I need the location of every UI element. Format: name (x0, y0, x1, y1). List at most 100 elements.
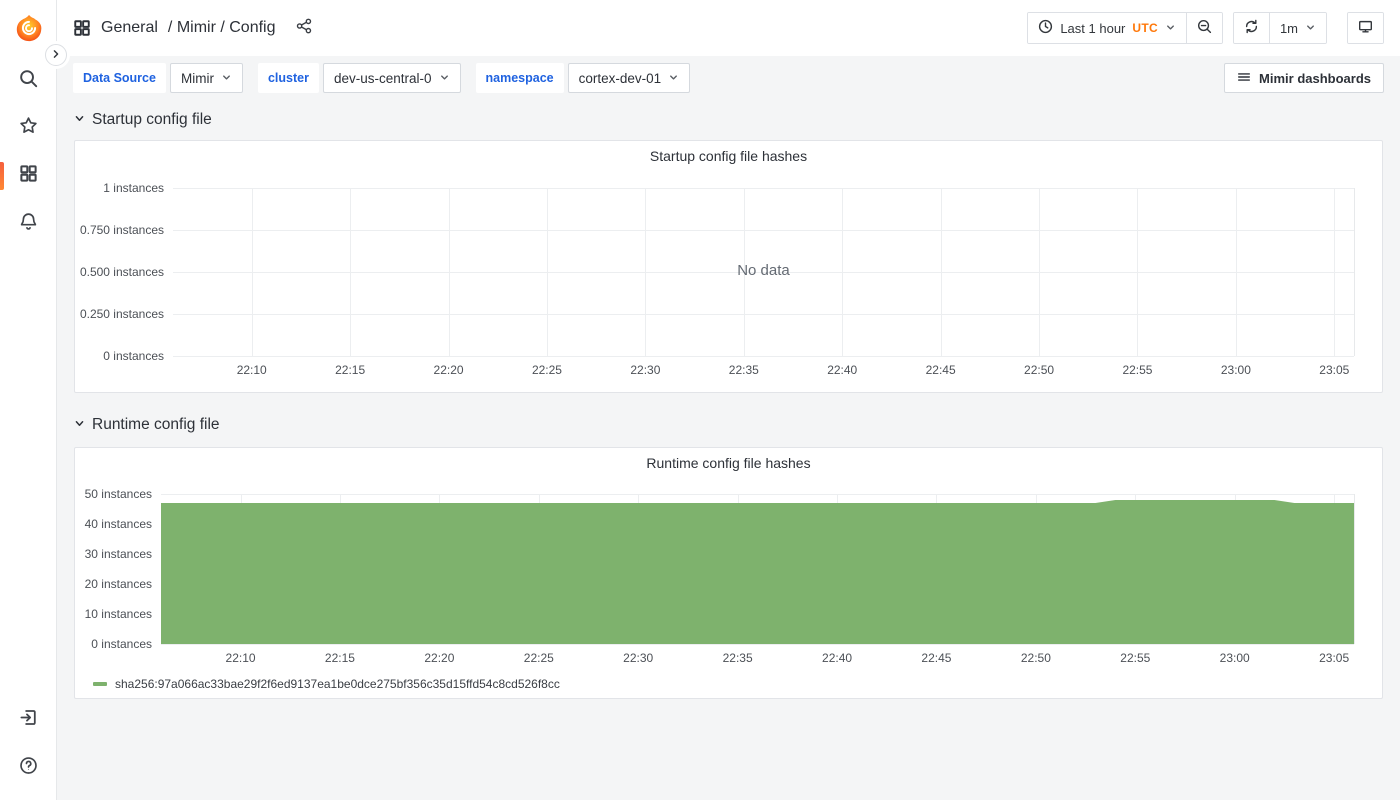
x-tick-label: 22:30 (630, 363, 661, 377)
x-tick-label: 22:55 (1122, 363, 1153, 377)
legend-label: sha256:97a066ac33bae29f2f6ed9137ea1be0dc… (115, 677, 560, 691)
chevron-down-icon (1165, 21, 1176, 36)
refresh-interval-label: 1m (1279, 20, 1298, 36)
time-range-label: Last 1 hour (1060, 20, 1126, 36)
variable-datasource-value: Mimir (180, 70, 214, 86)
area-series (161, 500, 1354, 644)
x-tick-label: 23:00 (1220, 363, 1251, 377)
time-range-picker[interactable]: Last 1 hour UTC (1028, 13, 1186, 43)
x-tick-label: 22:30 (623, 651, 654, 665)
refresh-icon (1244, 19, 1259, 37)
sidebar-item-alerting[interactable] (0, 204, 56, 244)
y-tick-label: 10 instances (84, 607, 152, 621)
chevron-down-icon (439, 71, 450, 86)
grafana-app: General / Mimir / Config Last 1 hour UTC… (0, 0, 1400, 800)
variable-namespace-select[interactable]: cortex-dev-01 (567, 63, 691, 93)
variable-datasource: Data Source Mimir (73, 63, 243, 93)
y-tick-label: 0.250 instances (79, 307, 164, 321)
help-icon (19, 756, 38, 780)
x-tick-label: 22:40 (827, 363, 858, 377)
chevron-down-icon (221, 71, 232, 86)
runtime-config-chart-plot[interactable]: 50 instances 40 instances 30 instances 20 i… (85, 487, 1355, 665)
sidebar-item-starred[interactable] (0, 108, 56, 148)
variable-cluster: cluster dev-us-central-0 (257, 63, 461, 93)
y-tick-label: 0.500 instances (79, 265, 164, 279)
x-tick-label: 22:55 (1120, 651, 1151, 665)
section-title: Runtime config file (92, 416, 220, 433)
sidebar-expand-button[interactable] (45, 44, 67, 66)
sidebar (0, 0, 57, 800)
panel-startup-config-hashes: Startup config file hashes 1 instances 0.… (74, 140, 1383, 393)
bell-icon (19, 212, 38, 236)
y-tick-label: 50 instances (84, 487, 152, 501)
zoom-out-time-button[interactable] (1185, 13, 1222, 43)
panel-title[interactable]: Runtime config file hashes (75, 455, 1382, 471)
main-area: General / Mimir / Config Last 1 hour UTC… (57, 0, 1400, 800)
variable-datasource-select[interactable]: Mimir (169, 63, 243, 93)
dashboard-toolbar: Last 1 hour UTC 1m (1027, 12, 1384, 44)
dashboard-variables-row: Data Source Mimir cluster dev-us-central… (57, 56, 1400, 100)
x-tick-label: 22:15 (335, 363, 366, 377)
x-tick-label: 22:45 (921, 651, 952, 665)
x-tick-label: 22:10 (225, 651, 256, 665)
startup-config-chart-plot[interactable]: 1 instances 0.750 instances 0.500 instance… (80, 181, 1355, 377)
hamburger-icon (1237, 70, 1251, 87)
x-tick-label: 22:35 (722, 651, 753, 665)
chevron-down-icon (668, 71, 679, 86)
legend-item-sha256[interactable]: sha256:97a066ac33bae29f2f6ed9137ea1be0dc… (93, 677, 560, 691)
variable-cluster-label[interactable]: cluster (257, 63, 319, 93)
section-header-runtime-config[interactable]: Runtime config file (74, 403, 1383, 447)
share-icon (296, 18, 312, 39)
refresh-interval-picker[interactable]: 1m (1268, 13, 1326, 43)
mimir-dashboards-button[interactable]: Mimir dashboards (1224, 63, 1384, 93)
kiosk-mode-button[interactable] (1348, 13, 1383, 43)
variable-namespace-value: cortex-dev-01 (578, 70, 662, 86)
y-tick-label: 30 instances (84, 547, 152, 561)
sign-in-icon (19, 708, 38, 732)
y-gridline (173, 356, 1354, 357)
refresh-dashboard-button[interactable] (1233, 13, 1269, 43)
x-tick-label: 22:20 (424, 651, 455, 665)
sidebar-item-sign-in[interactable] (0, 700, 56, 740)
panel-title[interactable]: Startup config file hashes (75, 148, 1382, 164)
breadcrumb: General / Mimir / Config (73, 18, 312, 39)
variable-cluster-select[interactable]: dev-us-central-0 (322, 63, 461, 93)
x-tick-label: 22:10 (236, 363, 267, 377)
zoom-out-icon (1197, 19, 1212, 37)
mimir-dashboards-label: Mimir dashboards (1259, 70, 1371, 86)
y-tick-label: 1 instances (103, 181, 164, 195)
x-tick-label: 22:45 (925, 363, 956, 377)
x-tick-label: 22:35 (728, 363, 759, 377)
section-header-startup-config[interactable]: Startup config file (74, 100, 1383, 140)
star-icon (19, 116, 38, 140)
breadcrumb-dashboard-title[interactable]: / Mimir / Config (168, 19, 276, 37)
legend-swatch (93, 682, 107, 686)
x-tick-label: 23:05 (1319, 363, 1350, 377)
variable-namespace-label[interactable]: namespace (475, 63, 564, 93)
y-tick-label: 0 instances (91, 637, 152, 651)
clock-icon (1038, 19, 1053, 37)
sidebar-item-help[interactable] (0, 748, 56, 788)
x-tick-label: 22:25 (531, 363, 562, 377)
apps-grid-icon (73, 19, 91, 37)
x-tick-label: 22:25 (523, 651, 554, 665)
y-tick-label: 0.750 instances (79, 223, 164, 237)
y-gridline (161, 644, 1354, 645)
grafana-logo-icon[interactable] (14, 13, 44, 43)
top-navbar: General / Mimir / Config Last 1 hour UTC… (57, 0, 1400, 56)
chevron-down-icon (74, 416, 85, 434)
breadcrumb-folder[interactable]: General (101, 19, 158, 37)
y-tick-label: 40 instances (84, 517, 152, 531)
no-data-text: No data (737, 262, 790, 280)
share-dashboard-button[interactable] (296, 18, 312, 39)
variable-datasource-label[interactable]: Data Source (73, 63, 166, 93)
sidebar-item-search[interactable] (0, 61, 56, 101)
sidebar-item-dashboards[interactable] (0, 156, 56, 196)
x-tick-label: 22:50 (1024, 363, 1055, 377)
section-title: Startup config file (92, 111, 212, 128)
search-icon (19, 69, 38, 93)
x-tick-label: 23:05 (1319, 651, 1350, 665)
chevron-right-icon (51, 46, 61, 64)
variable-cluster-value: dev-us-central-0 (333, 70, 432, 86)
panel-runtime-config-hashes: Runtime config file hashes 50 instances 4… (74, 447, 1383, 699)
